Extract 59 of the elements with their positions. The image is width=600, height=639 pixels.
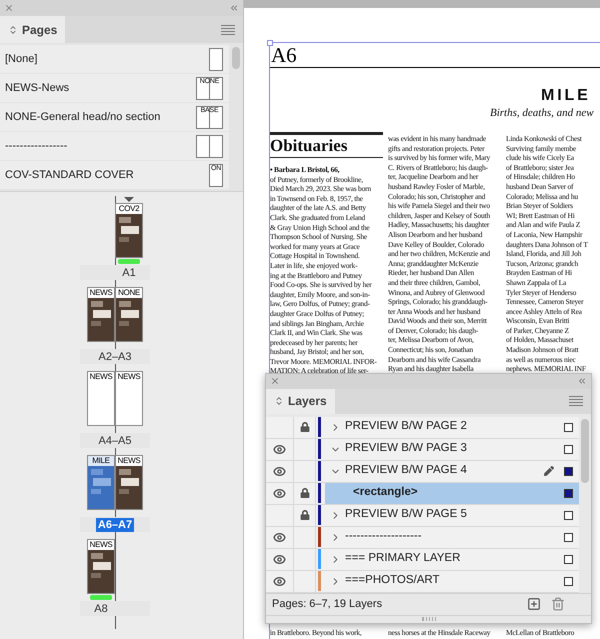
collapse-icon[interactable] (229, 3, 239, 13)
eye-icon[interactable] (273, 442, 286, 456)
close-icon[interactable] (270, 376, 280, 386)
master-thumbnail (196, 134, 223, 158)
section-title: MILE (540, 87, 592, 105)
layer-name: <rectangle> (353, 485, 418, 500)
layer-name: PREVIEW B/W PAGE 5 (345, 507, 467, 522)
selection-square[interactable] (564, 554, 573, 564)
selection-square[interactable] (564, 510, 573, 520)
sort-icon (8, 24, 18, 34)
selection-square[interactable] (564, 532, 573, 542)
eye-icon[interactable] (273, 552, 286, 566)
lock-icon[interactable] (300, 422, 310, 432)
page-thumbnail[interactable]: NEWS (115, 455, 143, 510)
selection-square[interactable] (564, 466, 573, 476)
page-thumbnail[interactable]: MILE (87, 455, 115, 510)
collapse-icon[interactable] (577, 376, 587, 386)
master-thumbnail (209, 48, 223, 70)
page-number: A6 (270, 43, 297, 67)
menu-icon[interactable] (221, 24, 235, 34)
layer-name: === PRIMARY LAYER (345, 551, 460, 566)
eye-icon[interactable] (273, 486, 286, 500)
eye-icon[interactable] (273, 464, 286, 478)
page-thumbnail[interactable]: COV2 (115, 203, 143, 258)
master-row[interactable]: ----------------- (0, 132, 229, 160)
layer-name: PREVIEW B/W PAGE 4 (345, 463, 467, 478)
section-heading: Obituaries (270, 135, 348, 157)
selection-square[interactable] (564, 422, 573, 432)
layer-name: PREVIEW B/W PAGE 3 (345, 441, 467, 456)
selection-square[interactable] (564, 576, 573, 586)
status-text: Pages: 6–7, 19 Layers (272, 596, 382, 612)
eye-icon[interactable] (273, 574, 286, 588)
layer-row[interactable]: <rectangle> (325, 482, 579, 504)
page-thumbnail[interactable]: NEWS (115, 371, 143, 426)
delete-icon[interactable] (551, 597, 565, 612)
lock-icon[interactable] (300, 510, 310, 520)
master-row[interactable]: [None] (0, 45, 229, 73)
page-thumbnail[interactable]: NEWS (87, 371, 115, 426)
section-subtitle: Births, deaths, and new (489, 106, 595, 121)
lock-icon[interactable] (300, 488, 310, 498)
scrollbar-thumb[interactable] (232, 47, 240, 69)
layer-name: PREVIEW B/W PAGE 2 (345, 419, 467, 434)
page-thumbnail[interactable]: NEWS (87, 287, 115, 342)
menu-icon[interactable] (569, 396, 583, 406)
page-thumbnail[interactable]: NONE (115, 287, 143, 342)
resize-grip[interactable] (422, 617, 436, 622)
selection-square[interactable] (564, 488, 573, 498)
layers-tab[interactable]: Layers (266, 388, 335, 414)
layer-name: ===PHOTOS/ART (345, 573, 440, 588)
new-layer-icon[interactable] (527, 597, 541, 612)
close-icon[interactable] (4, 3, 14, 13)
page-thumbnail[interactable]: NEWS (87, 539, 115, 594)
pages-tab[interactable]: Pages (0, 16, 66, 43)
spread-label[interactable]: A6–A7 (96, 518, 134, 532)
scrollbar-thumb[interactable] (581, 418, 589, 483)
eye-icon[interactable] (273, 530, 286, 544)
selection-square[interactable] (564, 444, 573, 454)
layer-name: -------------------- (345, 529, 422, 544)
sort-icon (274, 396, 284, 406)
